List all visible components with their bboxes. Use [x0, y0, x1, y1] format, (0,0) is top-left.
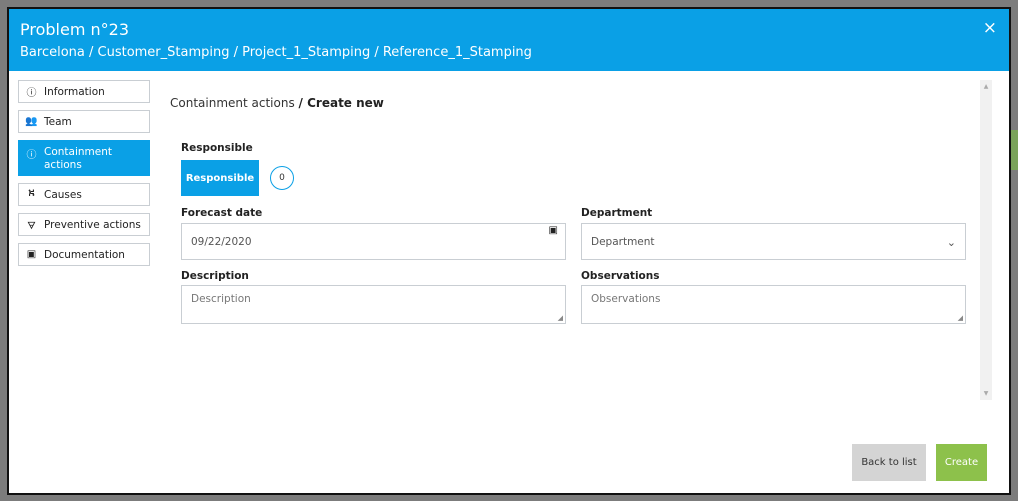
description-placeholder: Description — [191, 293, 251, 305]
back-to-list-button[interactable]: Back to list — [852, 444, 926, 481]
modal-path: Barcelona / Customer_Stamping / Project_… — [20, 45, 532, 60]
sidebar-item-containment-actions[interactable]: ⓘ Containment actions — [18, 140, 150, 176]
department-select[interactable]: Department ⌄ — [581, 223, 966, 260]
causes-tree-icon: ⛕ — [27, 188, 36, 199]
responsible-button[interactable]: Responsible — [181, 160, 259, 196]
form-content: Containment actions / Create new Respons… — [164, 80, 992, 400]
breadcrumb: Containment actions / Create new — [170, 96, 384, 110]
department-label: Department — [581, 207, 653, 219]
modal-header: Problem n°23 Barcelona / Customer_Stampi… — [9, 9, 1009, 71]
info-circle-icon: ⓘ — [26, 88, 37, 99]
content-scrollbar[interactable]: ▲ ▼ — [980, 80, 992, 400]
modal-title: Problem n°23 — [20, 20, 129, 39]
sidebar-item-label: Preventive actions — [44, 218, 141, 231]
forecast-date-label: Forecast date — [181, 207, 263, 219]
sidebar-item-causes[interactable]: ⛕ Causes — [18, 183, 150, 206]
sidebar-item-documentation[interactable]: ▣ Documentation — [18, 243, 150, 266]
observations-textarea[interactable]: Observations ◢ — [581, 285, 966, 324]
sidebar-item-label: Causes — [44, 188, 82, 201]
resize-grip-icon[interactable]: ◢ — [958, 314, 963, 322]
sidebar-item-label: Information — [44, 85, 105, 98]
observations-placeholder: Observations — [591, 293, 661, 305]
description-label: Description — [181, 270, 249, 282]
sidebar-item-preventive-actions[interactable]: 🜃 Preventive actions — [18, 213, 150, 236]
sidebar-item-team[interactable]: 👥 Team — [18, 110, 150, 133]
breadcrumb-current: / Create new — [298, 96, 384, 110]
observations-label: Observations — [581, 270, 660, 282]
sidebar-item-label: Containment actions — [44, 146, 112, 171]
sidebar: ⓘ Information 👥 Team ⓘ Containment actio… — [18, 80, 150, 273]
department-placeholder: Department — [591, 235, 655, 248]
document-icon: ▣ — [26, 249, 37, 260]
forecast-date-value: 09/22/2020 — [191, 235, 252, 248]
forecast-date-field[interactable]: 09/22/2020 ▣ — [181, 223, 566, 260]
sidebar-item-label: Team — [44, 115, 72, 128]
scroll-up-icon[interactable]: ▲ — [980, 83, 992, 90]
responsible-label: Responsible — [181, 142, 253, 154]
create-button[interactable]: Create — [936, 444, 987, 481]
chevron-down-icon: ⌄ — [946, 236, 956, 249]
sidebar-item-label: Documentation — [44, 248, 125, 261]
team-icon: 👥 — [25, 116, 38, 127]
description-textarea[interactable]: Description ◢ — [181, 285, 566, 324]
breadcrumb-section: Containment actions — [170, 96, 295, 110]
preventive-icon: 🜃 — [27, 221, 36, 232]
calendar-icon[interactable]: ▣ — [549, 225, 558, 236]
resize-grip-icon[interactable]: ◢ — [558, 314, 563, 322]
scroll-down-icon[interactable]: ▼ — [980, 390, 992, 397]
problem-modal: Problem n°23 Barcelona / Customer_Stampi… — [7, 7, 1011, 495]
responsible-count-badge[interactable]: 0 — [270, 166, 294, 190]
info-circle-icon: ⓘ — [26, 150, 37, 161]
close-icon[interactable]: × — [983, 18, 997, 38]
sidebar-item-information[interactable]: ⓘ Information — [18, 80, 150, 103]
